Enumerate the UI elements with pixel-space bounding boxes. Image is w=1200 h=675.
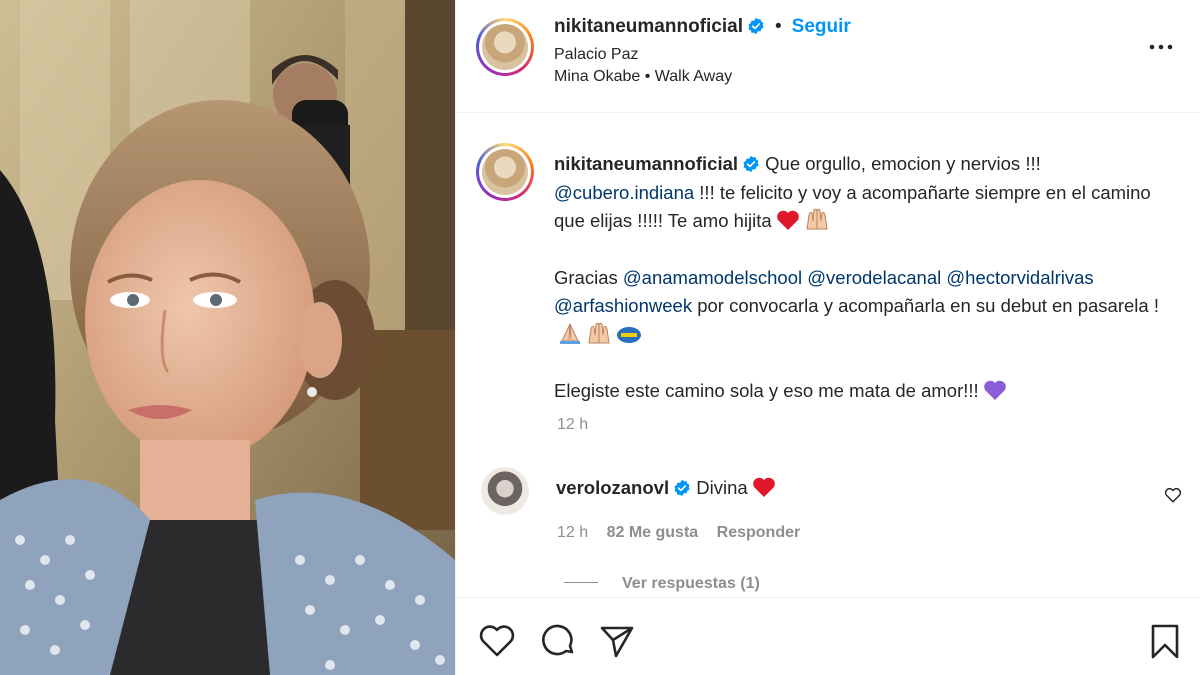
follow-button[interactable]: Seguir	[792, 16, 851, 37]
caption-time[interactable]: 12 h	[557, 416, 588, 434]
red-heart-icon	[752, 477, 775, 497]
bookmark-icon[interactable]	[1146, 622, 1184, 660]
action-bar	[456, 597, 1200, 675]
comment-time[interactable]: 12 h	[557, 524, 588, 541]
more-icon[interactable]	[1149, 42, 1173, 52]
view-replies-button[interactable]: Ver respuestas (1)	[564, 575, 760, 593]
replies-divider	[564, 582, 598, 583]
post-music[interactable]: Mina Okabe • Walk Away	[554, 68, 732, 86]
running-shirt-icon	[617, 326, 641, 343]
verified-icon	[748, 17, 764, 35]
post-location[interactable]: Palacio Paz	[554, 46, 639, 64]
caption-avatar[interactable]	[476, 143, 534, 201]
reply-button[interactable]: Responder	[717, 524, 801, 541]
commenter-username[interactable]: verolozanovl	[556, 477, 669, 498]
post-caption: nikitaneumannoficial Que orgullo, emocio…	[554, 150, 1174, 434]
comment-likes[interactable]: 82 Me gusta	[607, 524, 699, 541]
author-username[interactable]: nikitaneumannoficial	[554, 16, 743, 37]
mention-link[interactable]: @verodelacanal	[807, 267, 941, 288]
comment-line: verolozanovl Divina	[556, 476, 776, 499]
comment-like-heart-icon[interactable]	[1164, 486, 1182, 504]
caption-closing: Elegiste este camino sola y eso me mata …	[554, 380, 979, 401]
caption-line1: Que orgullo, emocion y nervios !!!	[765, 153, 1041, 174]
raised-hands-icon	[588, 322, 610, 343]
comment-meta: 12 h 82 Me gusta Responder	[557, 524, 814, 542]
raised-hands-icon	[806, 208, 828, 230]
share-icon[interactable]	[598, 622, 636, 660]
heart-icon[interactable]	[478, 622, 516, 660]
mention-link[interactable]: @hectorvidalrivas	[946, 267, 1093, 288]
verified-icon	[674, 479, 690, 497]
caption-thanks: Gracias	[554, 266, 618, 288]
header-user-line: nikitaneumannoficial • Seguir	[554, 16, 851, 38]
comment-icon[interactable]	[539, 622, 577, 660]
post-panel: nikitaneumannoficial • Seguir Palacio Paz …	[455, 0, 1200, 675]
verified-icon	[743, 155, 759, 173]
mention-link[interactable]: @anamamodelschool	[623, 267, 802, 288]
commenter-avatar[interactable]	[481, 467, 529, 515]
mention-link[interactable]: @arfashionweek	[554, 295, 692, 316]
post-header: nikitaneumannoficial • Seguir Palacio Paz …	[456, 0, 1200, 113]
folded-hands-icon	[560, 323, 580, 344]
view-replies-label: Ver respuestas (1)	[622, 575, 760, 592]
red-heart-icon	[776, 210, 799, 230]
separator-dot: •	[774, 16, 782, 37]
purple-heart-icon	[983, 380, 1006, 400]
post-photo[interactable]	[0, 0, 455, 675]
author-avatar[interactable]	[476, 18, 534, 76]
caption-thanks-rest: por convocarla y acompañarla en su debut…	[697, 295, 1159, 316]
post-image	[0, 0, 455, 675]
caption-username[interactable]: nikitaneumannoficial	[554, 153, 738, 174]
mention-link[interactable]: @cubero.indiana	[554, 182, 694, 203]
comment-text: Divina	[696, 477, 748, 498]
